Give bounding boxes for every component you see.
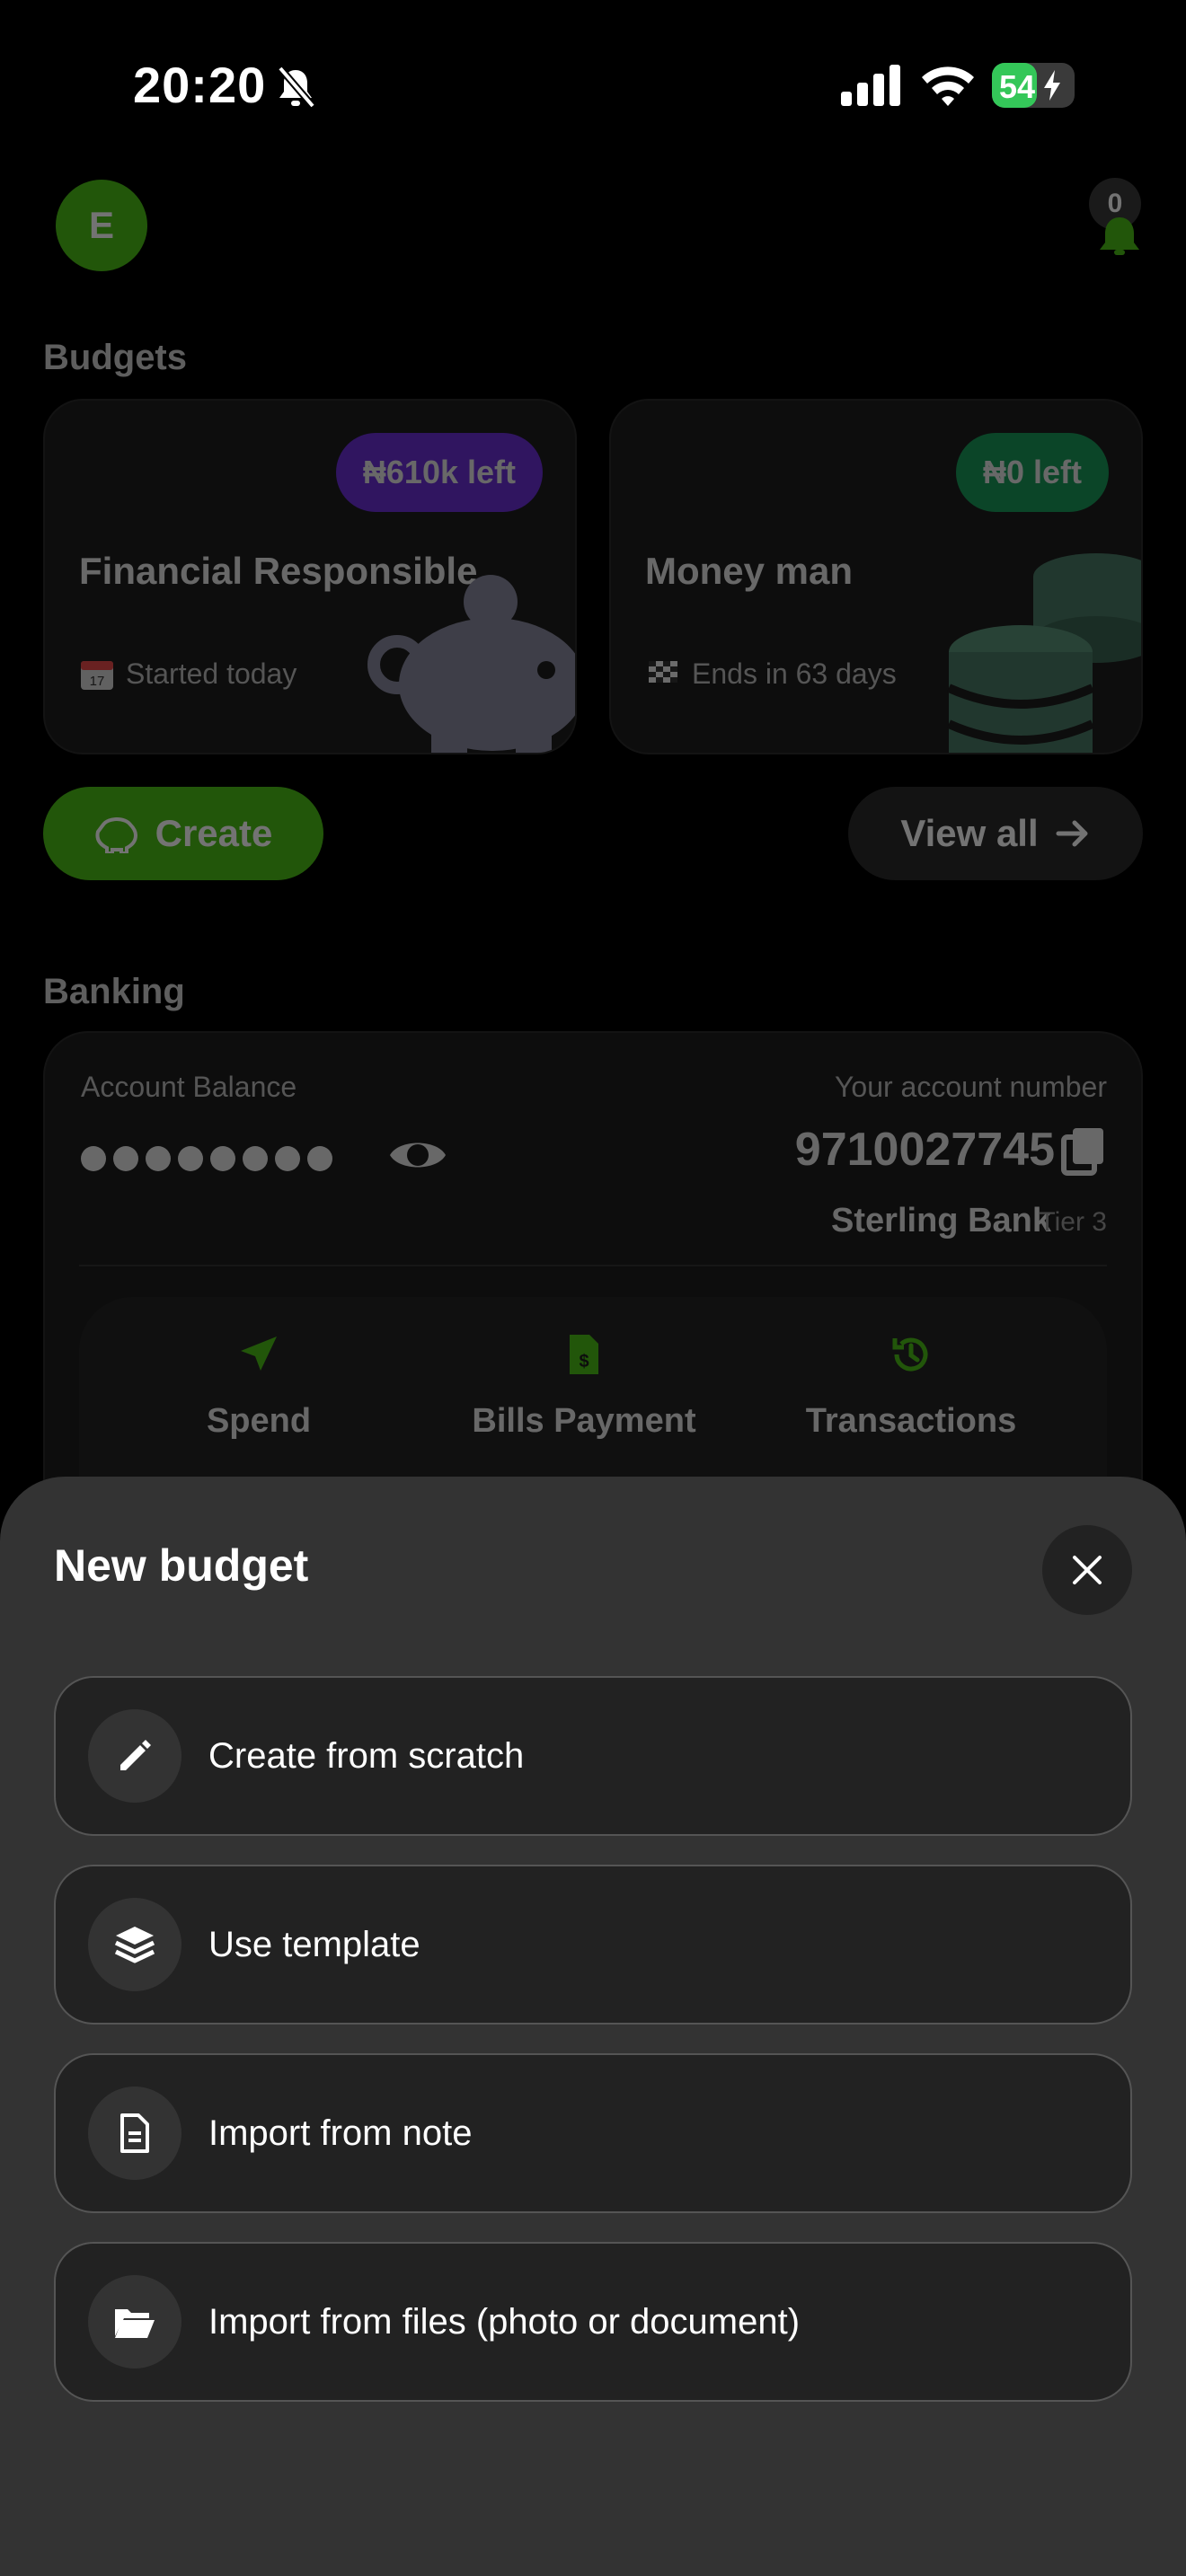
- history-icon: [892, 1337, 928, 1372]
- balance-label: Account Balance: [81, 1071, 297, 1103]
- budget-card-financial-responsible[interactable]: ₦610k left Financial Responsible 17 Star…: [43, 399, 577, 754]
- option-icon-wrap: [88, 2275, 181, 2369]
- cellular-signal-icon: [841, 65, 900, 106]
- battery-indicator: 54: [992, 63, 1075, 108]
- account-tier: Tier 3: [1039, 1207, 1107, 1237]
- budget-remaining-pill: ₦610k left: [335, 433, 543, 512]
- transactions-action[interactable]: Transactions: [758, 1333, 1064, 1441]
- view-all-button[interactable]: View all: [848, 787, 1143, 880]
- calendar-icon: 17: [81, 661, 113, 690]
- pencil-icon: [120, 1740, 151, 1770]
- folder-open-icon: [115, 2309, 155, 2338]
- battery-percentage: 54: [999, 68, 1036, 105]
- option-label: Import from note: [208, 2113, 473, 2153]
- action-label: Spend: [206, 1402, 312, 1440]
- bell-icon: [1100, 217, 1139, 255]
- bell-slash-icon: [277, 66, 316, 109]
- import-from-files-option[interactable]: Import from files (photo or document): [54, 2242, 1132, 2402]
- masked-balance: [81, 1146, 332, 1171]
- create-budget-button[interactable]: Create: [43, 787, 323, 880]
- bank-name: Sterling Bank: [831, 1202, 1051, 1239]
- banking-section-title: Banking: [43, 972, 185, 1011]
- close-button[interactable]: [1042, 1525, 1132, 1615]
- create-from-scratch-option[interactable]: Create from scratch: [54, 1676, 1132, 1836]
- view-all-label: View all: [900, 812, 1039, 854]
- charging-bolt-icon: [1044, 70, 1060, 101]
- option-icon-wrap: [88, 1709, 181, 1803]
- status-time: 20:20: [133, 57, 267, 113]
- layers-icon: [114, 1927, 155, 1963]
- option-icon-wrap: [88, 2086, 181, 2180]
- action-label: Bills Payment: [472, 1402, 696, 1440]
- import-from-note-option[interactable]: Import from note: [54, 2053, 1132, 2213]
- budget-meta-text: Ends in 63 days: [692, 657, 897, 690]
- coins-stack-icon: [946, 553, 1141, 753]
- option-label: Use template: [208, 1924, 420, 1964]
- close-icon: [1073, 1556, 1102, 1584]
- bills-payment-action[interactable]: $ Bills Payment: [431, 1333, 737, 1441]
- option-label: Import from files (photo or document): [208, 2301, 801, 2342]
- budget-meta-text: Started today: [126, 657, 297, 690]
- budget-name: Money man: [645, 550, 854, 592]
- account-number-label: Your account number: [834, 1071, 1107, 1103]
- action-label: Transactions: [805, 1402, 1017, 1440]
- use-template-option[interactable]: Use template: [54, 1865, 1132, 2025]
- arrow-right-icon: [1056, 820, 1088, 847]
- piggy-bank-icon: [95, 817, 137, 853]
- notifications-button[interactable]: 0: [1087, 176, 1150, 257]
- new-budget-sheet: New budget Create from scratch Use templ…: [0, 1477, 1186, 2576]
- avatar-initial: E: [88, 204, 114, 246]
- sheet-title: New budget: [54, 1540, 309, 1591]
- bill-icon: $: [570, 1335, 598, 1374]
- send-icon: [241, 1337, 277, 1371]
- svg-text:17: 17: [90, 674, 105, 689]
- budget-meta: 17 Started today: [79, 656, 296, 692]
- budget-card-money-man[interactable]: ₦0 left Money man Ends in 63 days: [609, 399, 1143, 754]
- spend-action[interactable]: Spend: [106, 1333, 412, 1441]
- divider: [79, 1265, 1107, 1266]
- avatar[interactable]: E: [56, 180, 147, 271]
- budget-remaining-pill: ₦0 left: [955, 433, 1109, 512]
- checkered-flag-icon: [649, 661, 677, 683]
- screen: E 0 Budgets ₦610k left Financial Respons…: [0, 0, 1186, 2576]
- create-button-label: Create: [155, 812, 273, 854]
- piggy-bank-icon: [367, 575, 575, 753]
- option-icon-wrap: [88, 1898, 181, 1991]
- wifi-icon: [922, 66, 974, 106]
- svg-text:$: $: [579, 1352, 589, 1372]
- status-bar: 20:20 54: [0, 0, 1186, 171]
- budget-meta: Ends in 63 days: [645, 656, 897, 692]
- budgets-section-title: Budgets: [43, 338, 187, 377]
- option-label: Create from scratch: [208, 1735, 525, 1776]
- copy-icon[interactable]: [1060, 1125, 1107, 1177]
- account-number: 9710027745: [794, 1124, 1055, 1176]
- document-icon: [120, 2113, 149, 2153]
- eye-icon[interactable]: [386, 1130, 449, 1180]
